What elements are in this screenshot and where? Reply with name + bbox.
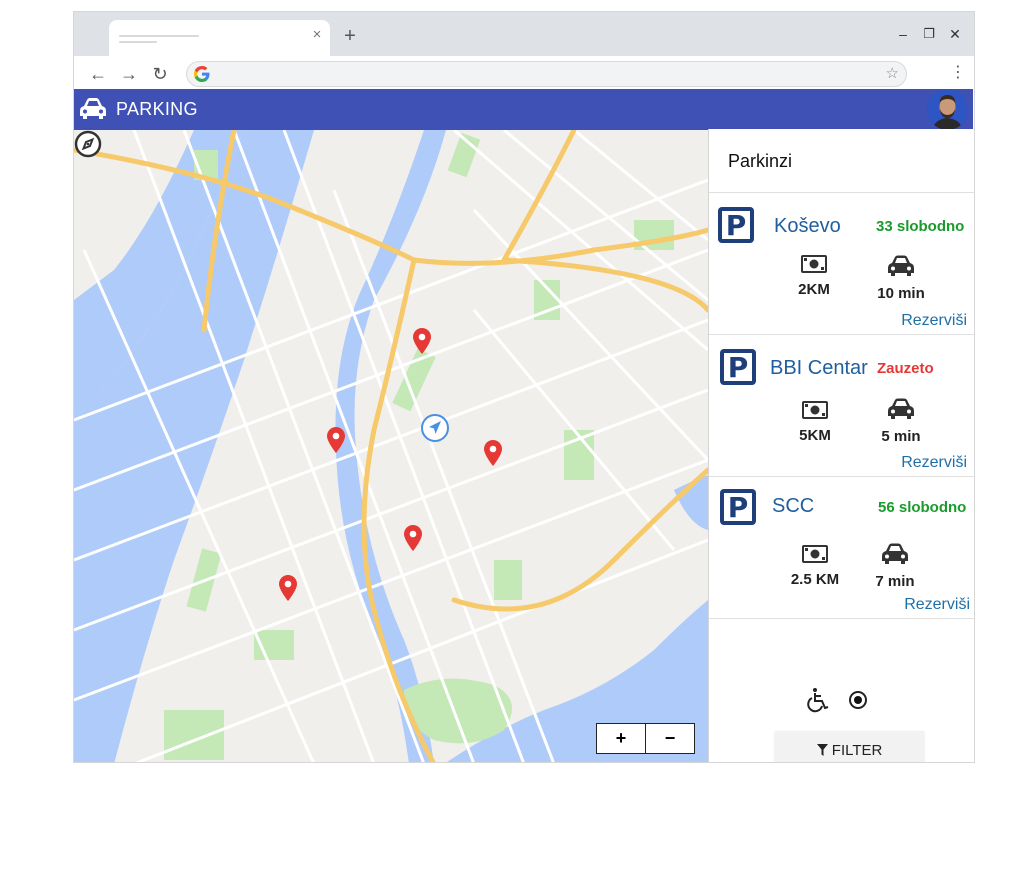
reserve-link[interactable]: Rezerviši (901, 312, 967, 330)
parking-name: SCC (772, 495, 815, 517)
distance-stat: 2.5 KM (780, 545, 850, 588)
parking-sign-icon: P (720, 489, 756, 525)
tab-title-placeholder (119, 41, 157, 43)
user-avatar[interactable] (927, 89, 968, 130)
drive-time-stat: 5 min (871, 398, 931, 445)
parking-status: 33 slobodno (876, 218, 965, 235)
parking-sign-icon: P (720, 349, 756, 385)
city-map[interactable]: + − (74, 130, 708, 762)
minimize-button[interactable]: – (893, 24, 913, 44)
parking-status: Zauzeto (877, 360, 934, 377)
browser-window: × + – ❐ ✕ ← → ↻ ☆ ⋮ PARKING + − Parkinzi… (73, 11, 975, 763)
filter-icon (816, 744, 828, 756)
money-icon (801, 255, 827, 273)
browser-menu-icon[interactable]: ⋮ (950, 63, 966, 83)
wheelchair-icon[interactable] (806, 687, 830, 713)
zoom-controls: + − (596, 723, 695, 754)
car-icon (80, 98, 106, 119)
parking-sign-icon: P (718, 207, 754, 243)
distance-value: 2KM (798, 281, 830, 298)
map-pin-icon[interactable] (327, 427, 345, 453)
filter-label: FILTER (831, 742, 883, 759)
zoom-out-button[interactable]: − (646, 724, 694, 753)
panel-title: Parkinzi (709, 129, 974, 193)
car-icon (882, 543, 908, 564)
map-pin-icon[interactable] (404, 525, 422, 551)
tab-close-icon[interactable]: × (309, 27, 325, 43)
tab-strip: × + – ❐ ✕ (74, 12, 974, 56)
filter-button[interactable]: FILTER (775, 731, 924, 762)
money-icon (802, 401, 828, 419)
car-icon (888, 255, 914, 276)
map-pin-icon[interactable] (279, 575, 297, 601)
navigation-arrow-icon[interactable] (421, 414, 449, 442)
reserve-link[interactable]: Rezerviši (901, 454, 967, 472)
drive-time-value: 5 min (881, 428, 921, 445)
drive-time-stat: 7 min (865, 543, 925, 590)
bookmark-star-icon[interactable]: ☆ (886, 64, 899, 82)
parking-panel: Parkinzi P Koševo 33 slobodno 2KM 10 min (708, 129, 974, 762)
navigation-arrow-glyph (429, 421, 441, 434)
avatar-image (927, 89, 968, 130)
accessible-radio[interactable] (849, 691, 867, 709)
parking-card[interactable]: P Koševo 33 slobodno 2KM 10 min Rezerviš… (709, 193, 974, 335)
distance-stat: 2KM (784, 255, 844, 298)
compass-icon[interactable] (74, 130, 102, 158)
map-pin-icon[interactable] (413, 328, 431, 354)
url-input[interactable] (219, 65, 869, 83)
filter-section: FILTER (709, 619, 974, 762)
parking-card[interactable]: P BBI Centar Zauzeto 5KM 5 min Rezerviši (709, 335, 974, 477)
zoom-in-button[interactable]: + (597, 724, 646, 753)
forward-button[interactable]: → (118, 63, 140, 85)
reload-button[interactable]: ↻ (149, 63, 171, 85)
drive-time-value: 10 min (877, 285, 925, 302)
close-window-button[interactable]: ✕ (945, 24, 965, 44)
money-icon (802, 545, 828, 563)
distance-value: 2.5 KM (790, 571, 840, 588)
drive-time-value: 7 min (875, 573, 915, 590)
parking-card[interactable]: P SCC 56 slobodno 2.5 KM 7 min Rezerviši (709, 477, 974, 619)
distance-stat: 5KM (785, 401, 845, 444)
map-pin-icon[interactable] (484, 440, 502, 466)
address-bar[interactable]: ☆ (186, 61, 907, 87)
distance-value: 5KM (799, 427, 831, 444)
parking-status: 56 slobodno (878, 499, 967, 516)
browser-toolbar: ← → ↻ ☆ ⋮ (74, 56, 974, 89)
app-header: PARKING (74, 89, 973, 130)
restore-button[interactable]: ❐ (919, 24, 939, 44)
back-button[interactable]: ← (87, 63, 109, 85)
parking-name: Koševo (774, 215, 841, 237)
reserve-link[interactable]: Rezerviši (904, 596, 970, 614)
parking-name: BBI Centar (770, 357, 868, 379)
new-tab-button[interactable]: + (340, 26, 360, 46)
car-icon (888, 398, 914, 419)
tab-title-placeholder (119, 35, 199, 37)
map-tiles (74, 130, 708, 762)
drive-time-stat: 10 min (871, 255, 931, 302)
app-title: PARKING (116, 99, 198, 119)
google-icon (194, 66, 210, 82)
browser-tab[interactable]: × (109, 20, 330, 56)
